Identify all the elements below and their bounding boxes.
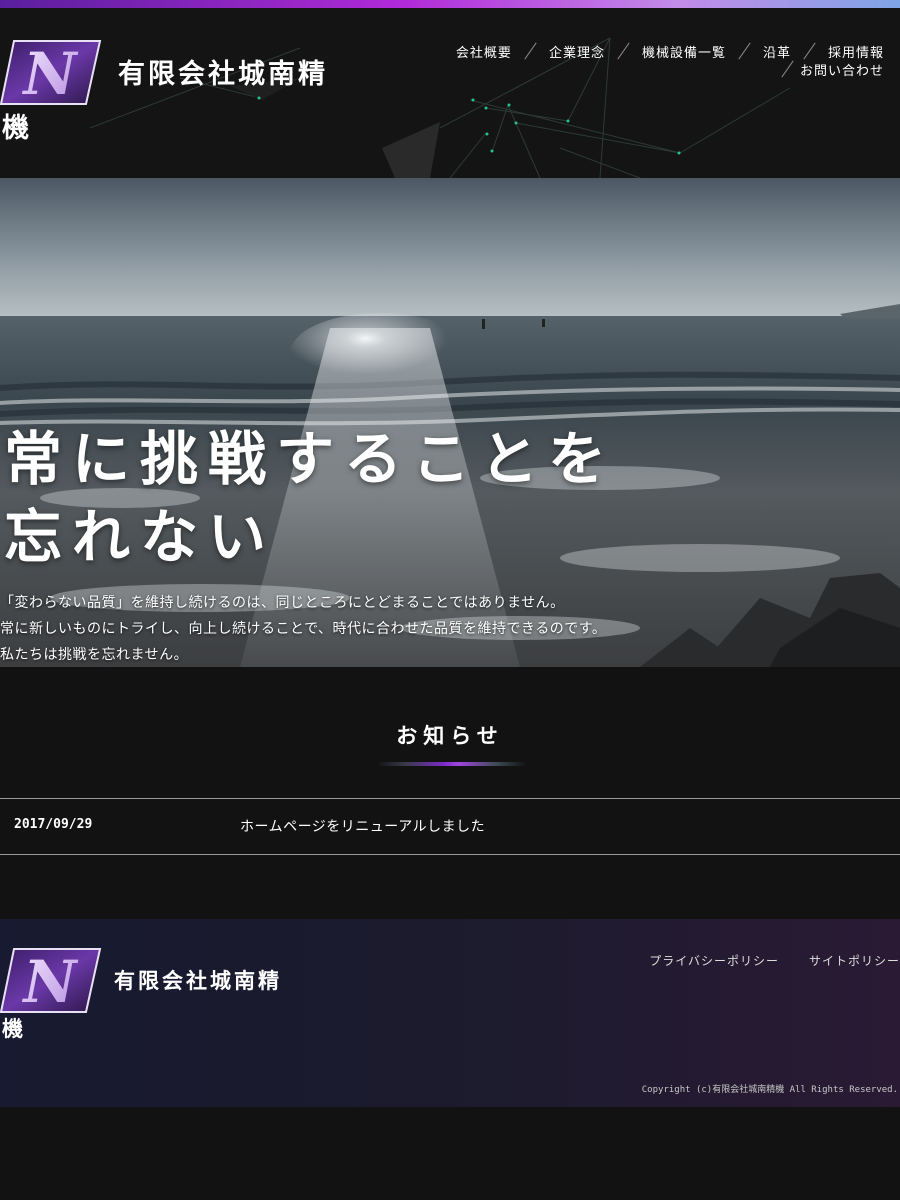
nav-link-philosophy[interactable]: 企業理念 <box>549 42 605 61</box>
nav-separator <box>738 42 751 60</box>
copyright: Copyright (c)有限会社城南精機 All Rights Reserve… <box>641 1085 898 1095</box>
news-list: 2017/09/29 ホームページをリニューアルしました <box>0 798 900 855</box>
site-title[interactable]: 有限会社城南精 <box>118 52 328 91</box>
nav-link-contact[interactable]: お問い合わせ <box>800 60 884 79</box>
nav-link-recruit[interactable]: 採用情報 <box>828 42 884 61</box>
news-text[interactable]: ホームページをリニューアルしました <box>240 816 485 836</box>
nav-link-company[interactable]: 会社概要 <box>456 42 512 61</box>
top-accent-bar <box>0 0 900 8</box>
nav-separator <box>803 42 816 60</box>
hero-copy-line3: 私たちは挑戦を忘れません。 <box>0 647 189 663</box>
footer-logo-letter: N <box>21 948 78 1014</box>
news-section-title: お知らせ <box>396 724 504 748</box>
hero-section: 常に挑戦することを 忘れない 「変わらない品質」を維持し続けるのは、同じところに… <box>0 178 900 667</box>
footer-site-title-wrap[interactable]: 機 <box>2 1013 23 1043</box>
logo-letter: N <box>21 40 78 106</box>
hero-heading-line2: 忘れない <box>4 503 277 571</box>
nav-separator <box>617 42 630 60</box>
nav-link-equipment[interactable]: 機械設備一覧 <box>642 42 726 61</box>
hero-copy: 「変わらない品質」を維持し続けるのは、同じところにとどまることではありません。 … <box>0 590 606 667</box>
site-footer: N 有限会社城南精 機 プライバシーポリシー サイトポリシー Copyright… <box>0 919 900 1107</box>
news-date: 2017/09/29 <box>14 817 93 832</box>
hero-heading-line1: 常に挑戦することを <box>4 425 617 493</box>
company-logo[interactable]: N <box>0 40 102 106</box>
footer-nav: プライバシーポリシー サイトポリシー <box>649 952 900 969</box>
hero-copy-line1: 「変わらない品質」を維持し続けるのは、同じところにとどまることではありません。 <box>0 595 565 611</box>
nav-link-history[interactable]: 沿革 <box>763 42 791 61</box>
news-item[interactable]: 2017/09/29 ホームページをリニューアルしました <box>0 799 900 854</box>
footer-link-privacy[interactable]: プライバシーポリシー <box>649 952 779 969</box>
footer-site-title[interactable]: 有限会社城南精 <box>114 965 282 995</box>
hero-heading: 常に挑戦することを 忘れない <box>4 420 616 576</box>
news-title-underline <box>376 762 526 766</box>
hero-copy-line2: 常に新しいものにトライし、向上し続けることで、時代に合わせた品質を維持できるので… <box>0 621 607 637</box>
footer-link-site-policy[interactable]: サイトポリシー <box>809 952 900 969</box>
footer-company-logo[interactable]: N <box>0 948 102 1014</box>
site-title-wrap[interactable]: 機 <box>2 106 29 145</box>
header-network-decoration <box>89 37 791 178</box>
nav-separator <box>524 42 537 60</box>
site-header: N 有限会社城南精 機 会社概要 企業理念 機械設備一覧 沿革 採用情報 お問い… <box>0 8 900 178</box>
